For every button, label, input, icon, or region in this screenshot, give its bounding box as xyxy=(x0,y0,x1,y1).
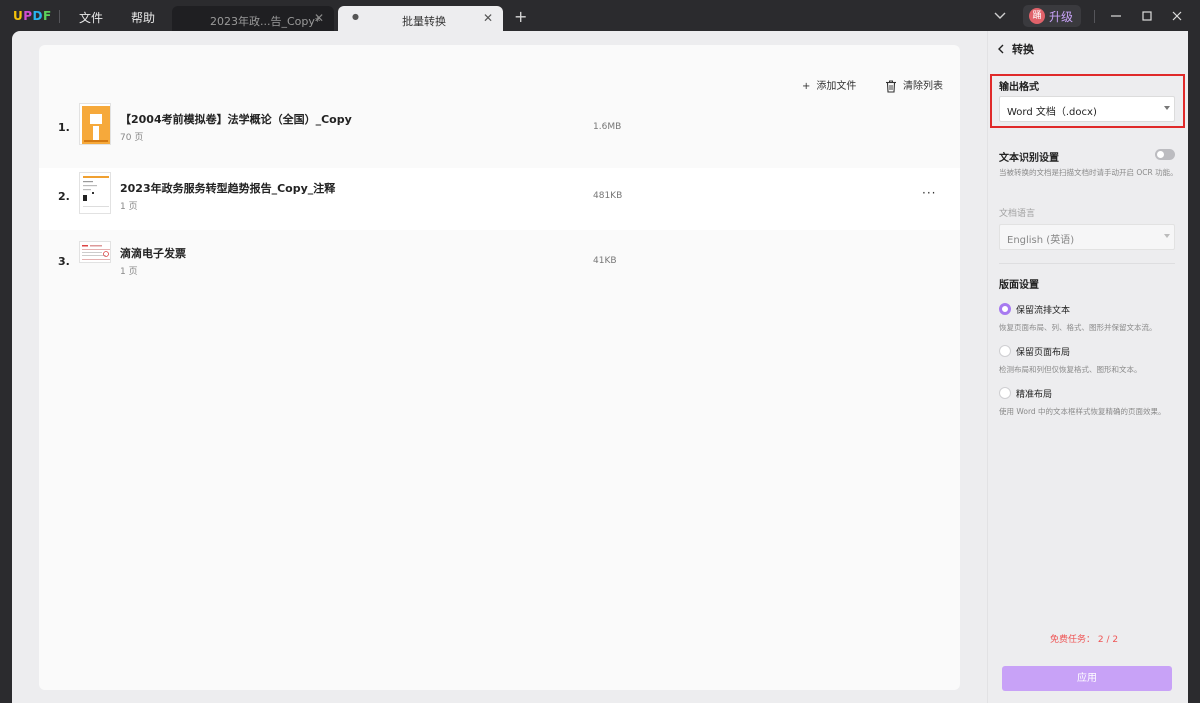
radio-label: 保留页面布局 xyxy=(1016,348,1071,358)
ocr-toggle[interactable] xyxy=(1155,149,1175,160)
output-format-value: Word 文档（.docx) xyxy=(1007,107,1097,118)
layout-title: 版面设置 xyxy=(999,280,1039,291)
apply-button[interactable]: 应用 xyxy=(1002,666,1172,691)
back-button[interactable]: 转换 xyxy=(996,41,1034,57)
output-format-select[interactable]: Word 文档（.docx) xyxy=(999,96,1175,122)
tab-batch-convert[interactable]: ● 批量转换 ✕ xyxy=(338,6,503,33)
page-count: 70 页 xyxy=(120,133,144,143)
invoice-doc-icon xyxy=(79,241,111,263)
page-count: 1 页 xyxy=(120,202,138,212)
free-tasks-counter: 免费任务： 2 / 2 xyxy=(1050,635,1119,645)
add-file-button[interactable]: + 添加文件 xyxy=(802,77,857,93)
more-options-icon[interactable]: ··· xyxy=(922,186,936,200)
minimize-icon[interactable] xyxy=(1108,8,1124,24)
menu-file[interactable]: 文件 xyxy=(79,9,103,26)
file-size: 1.6MB xyxy=(593,122,622,132)
row-index: 1. xyxy=(58,121,70,134)
updf-logo[interactable]: UPDF xyxy=(13,9,52,23)
divider xyxy=(59,10,60,23)
close-window-icon[interactable] xyxy=(1169,8,1185,24)
file-name: 【2004考前模拟卷】法学概论（全国）_Copy xyxy=(120,113,352,126)
ocr-title: 文本识别设置 xyxy=(999,153,1059,164)
tab-label: 2023年政...告_Copy* xyxy=(210,15,321,28)
ocr-description: 当被转换的文档是扫描文档时请手动开启 OCR 功能。 xyxy=(999,168,1178,177)
tab-label: 批量转换 xyxy=(402,15,446,28)
maximize-icon[interactable] xyxy=(1139,8,1155,24)
back-label: 转换 xyxy=(1012,43,1034,56)
main-area: + 添加文件 清除列表 1. 【2004考前模拟卷】法学概论（全国）_Copy … xyxy=(12,31,987,703)
upgrade-label: 升级 xyxy=(1049,10,1074,24)
window-edge xyxy=(1188,31,1200,703)
divider xyxy=(999,263,1175,264)
radio-exact-layout[interactable] xyxy=(999,387,1011,399)
upgrade-button[interactable]: 踊 升级 xyxy=(1023,5,1081,27)
caret-down-icon xyxy=(1164,106,1170,110)
new-tab-plus-icon[interactable]: + xyxy=(514,7,527,26)
file-size: 41KB xyxy=(593,256,617,266)
file-name: 滴滴电子发票 xyxy=(120,247,186,260)
file-row[interactable]: 1. 【2004考前模拟卷】法学概论（全国）_Copy 70 页 1.6MB xyxy=(39,99,960,161)
radio-flowing-text[interactable] xyxy=(999,303,1011,315)
output-format-title: 输出格式 xyxy=(999,82,1039,93)
caret-down-icon xyxy=(1164,234,1170,238)
report-doc-icon xyxy=(79,172,111,214)
file-row[interactable]: 3. 滴滴电子发票 1 页 41KB xyxy=(39,233,960,295)
plus-icon: + xyxy=(802,80,811,92)
avatar: 踊 xyxy=(1029,8,1045,24)
clear-list-button[interactable]: 清除列表 xyxy=(885,77,943,93)
file-size: 481KB xyxy=(593,191,623,201)
title-bar: UPDF 文件 帮助 2023年政...告_Copy* ✕ ● 批量转换 ✕ +… xyxy=(0,0,1200,33)
radio-description: 恢复页面布局、列、格式、图形并保留文本流。 xyxy=(999,323,1157,332)
close-icon[interactable]: ✕ xyxy=(314,11,324,25)
radio-label: 保留流排文本 xyxy=(1016,306,1071,316)
file-row[interactable]: 2. 2023年政务服务转型趋势报告_Copy_注释 1 页 481KB ··· xyxy=(39,168,960,230)
tab-document[interactable]: 2023年政...告_Copy* ✕ xyxy=(172,6,334,33)
doc-language-select[interactable]: English (英语) xyxy=(999,224,1175,250)
close-icon[interactable]: ✕ xyxy=(483,11,493,25)
row-index: 2. xyxy=(58,190,70,203)
toggle-knob xyxy=(1157,151,1164,158)
chevron-down-icon[interactable] xyxy=(993,9,1007,23)
radio-label: 精准布局 xyxy=(1016,390,1053,400)
chevron-left-icon xyxy=(998,44,1004,54)
radio-page-layout[interactable] xyxy=(999,345,1011,357)
trash-icon xyxy=(886,80,896,93)
row-index: 3. xyxy=(58,255,70,268)
divider xyxy=(1094,10,1095,23)
menu-help[interactable]: 帮助 xyxy=(131,9,155,26)
add-file-label: 添加文件 xyxy=(816,81,857,92)
tab-dot-icon: ● xyxy=(352,12,359,21)
conversion-settings-sidebar: 转换 输出格式 Word 文档（.docx) 文本识别设置 当被转换的文档是扫描… xyxy=(987,31,1188,703)
radio-description: 使用 Word 中的文本框样式恢复精确的页面效果。 xyxy=(999,407,1166,416)
file-name: 2023年政务服务转型趋势报告_Copy_注释 xyxy=(120,182,336,195)
radio-description: 检测布局和列但仅恢复格式、图形和文本。 xyxy=(999,365,1142,374)
clear-list-label: 清除列表 xyxy=(903,81,943,92)
file-list-panel: + 添加文件 清除列表 1. 【2004考前模拟卷】法学概论（全国）_Copy … xyxy=(39,45,960,690)
doc-language-label: 文档语言 xyxy=(999,209,1036,219)
doc-language-value: English (英语) xyxy=(1007,235,1075,246)
page-count: 1 页 xyxy=(120,267,138,277)
orange-doc-icon xyxy=(79,103,111,145)
